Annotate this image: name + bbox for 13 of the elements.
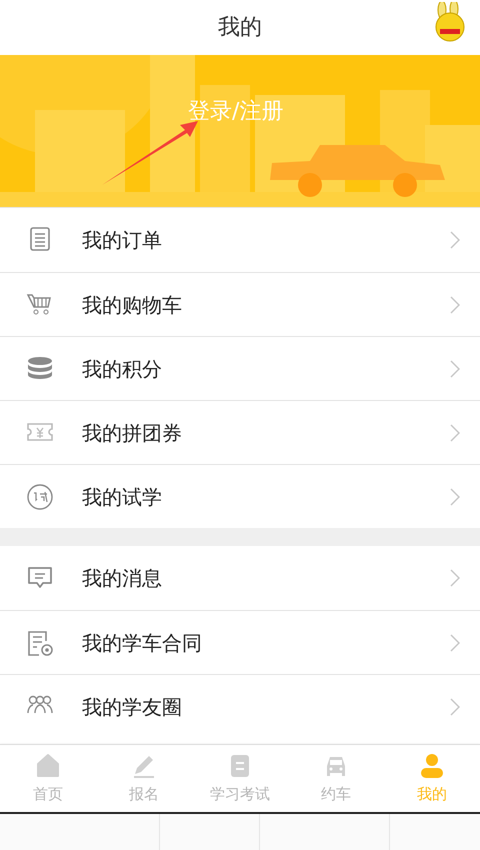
chevron-right-icon [450, 360, 460, 378]
page-title: 我的 [218, 14, 262, 42]
chevron-right-icon [450, 634, 460, 652]
contract-icon [26, 628, 54, 656]
chevron-right-icon [450, 569, 460, 587]
chevron-right-icon [450, 488, 460, 506]
home-icon [34, 752, 62, 780]
person-icon [418, 752, 446, 780]
circle-character-icon [26, 482, 54, 510]
chevron-right-icon [450, 296, 460, 314]
chevron-right-icon [450, 424, 460, 442]
chevron-right-icon [450, 231, 460, 249]
chevron-right-icon [450, 698, 460, 716]
